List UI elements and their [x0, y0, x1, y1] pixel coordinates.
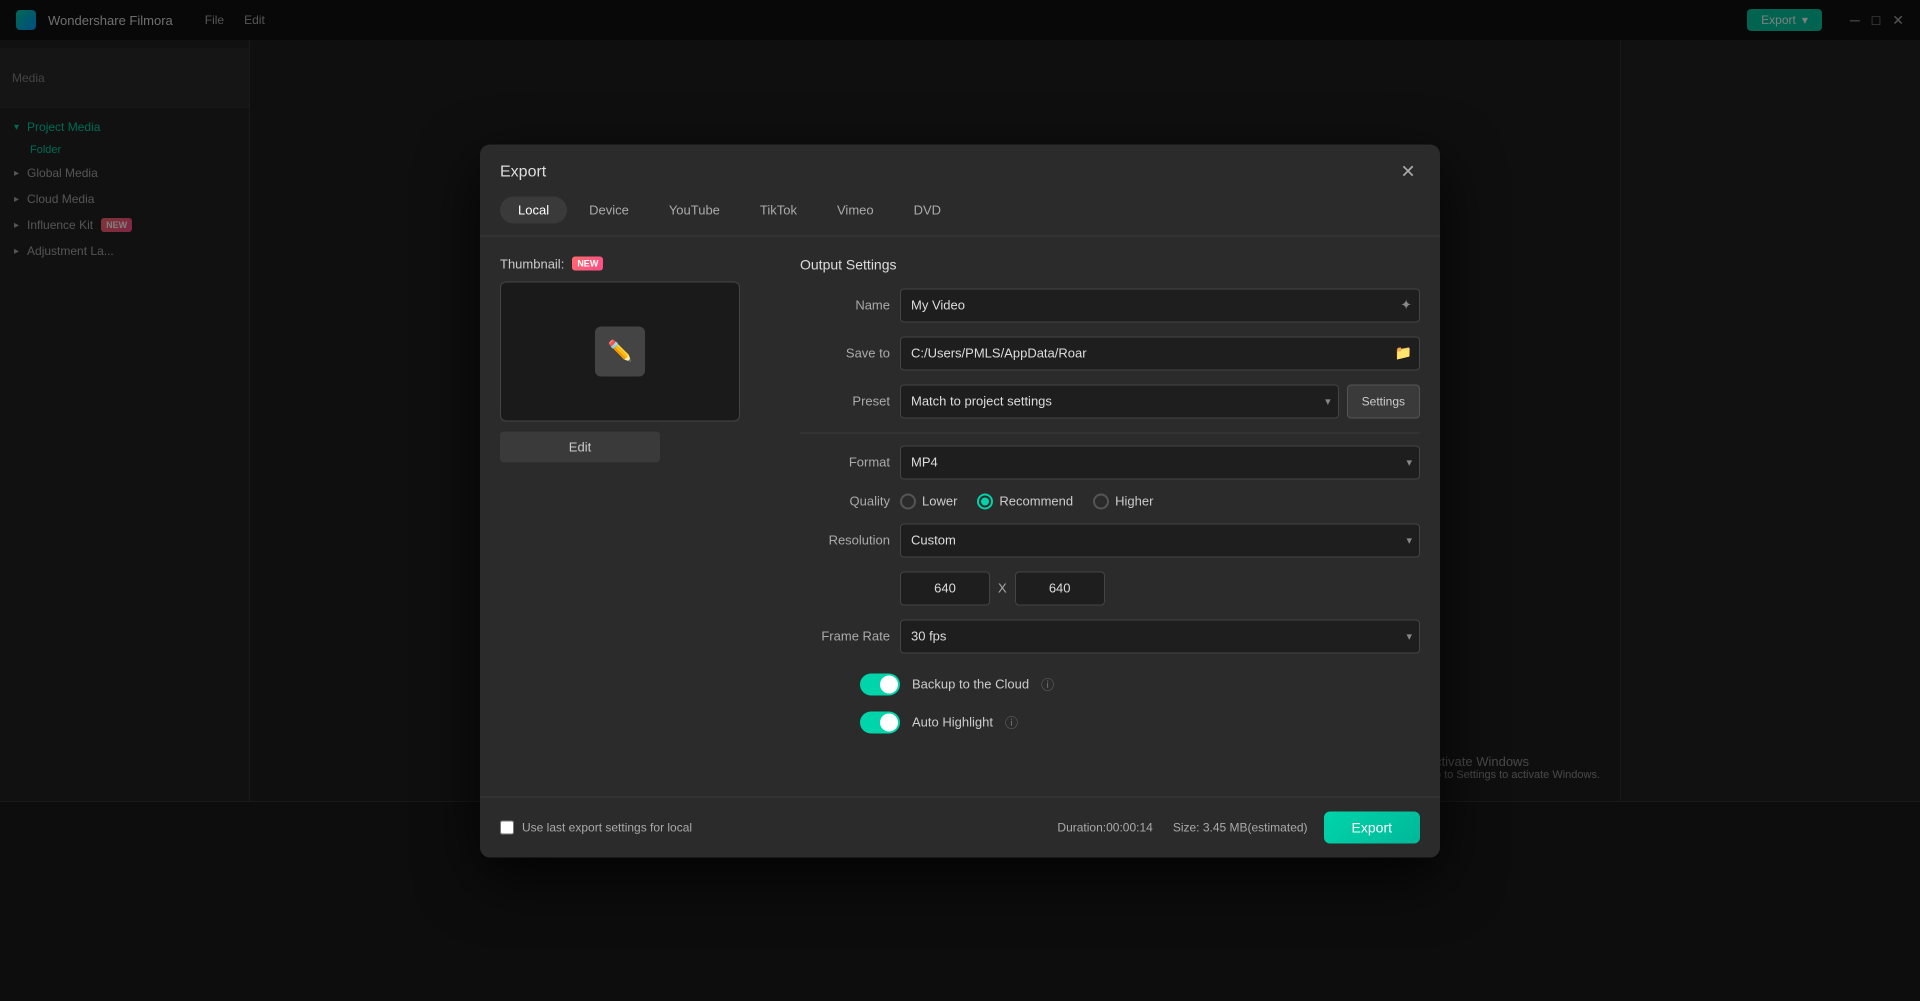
- thumbnail-label: Thumbnail: NEW: [500, 256, 780, 271]
- name-row: Name ✦: [800, 288, 1420, 322]
- last-export-label: Use last export settings for local: [522, 820, 692, 834]
- tab-youtube[interactable]: YouTube: [651, 196, 738, 223]
- tab-device[interactable]: Device: [571, 196, 647, 223]
- resolution-inputs: X: [900, 571, 1420, 605]
- last-export-checkbox-label[interactable]: Use last export settings for local: [500, 820, 692, 834]
- output-settings-panel: Output Settings Name ✦ Save to 📁 Prese: [800, 256, 1420, 776]
- last-export-checkbox[interactable]: [500, 820, 514, 834]
- duration-label: Duration:00:00:14: [1057, 820, 1152, 834]
- format-select[interactable]: MP4 MOV AVI MKV GIF: [900, 445, 1420, 479]
- thumbnail-panel: Thumbnail: NEW ✏️ Edit: [500, 256, 780, 776]
- dialog-title: Export: [500, 163, 546, 181]
- resolution-select-wrap: Custom 1920x1080 1280x720 640x480 ▾: [900, 523, 1420, 557]
- frame-rate-select-wrap: 24 fps 25 fps 30 fps 60 fps ▾: [900, 619, 1420, 653]
- preset-select[interactable]: Match to project settings: [900, 384, 1339, 418]
- radio-higher: [1093, 493, 1109, 509]
- save-to-input[interactable]: [900, 336, 1420, 370]
- settings-button[interactable]: Settings: [1347, 384, 1420, 418]
- dialog-close-button[interactable]: ✕: [1396, 160, 1420, 184]
- quality-label: Quality: [800, 494, 890, 509]
- footer-info: Duration:00:00:14 Size: 3.45 MB(estimate…: [1057, 820, 1307, 834]
- preset-controls: Match to project settings ▾ Settings: [900, 384, 1420, 418]
- format-label: Format: [800, 455, 890, 470]
- preset-select-wrap: Match to project settings ▾: [900, 384, 1339, 418]
- tab-local[interactable]: Local: [500, 196, 567, 223]
- auto-highlight-row: Auto Highlight ⓘ: [860, 711, 1420, 733]
- divider: [800, 432, 1420, 433]
- ai-icon: ✦: [1400, 297, 1412, 314]
- name-field-wrap: ✦: [900, 288, 1420, 322]
- tab-tiktok[interactable]: TikTok: [742, 196, 815, 223]
- name-input[interactable]: [900, 288, 1420, 322]
- size-label: Size: 3.45 MB(estimated): [1173, 820, 1308, 834]
- radio-lower: [900, 493, 916, 509]
- backup-cloud-label: Backup to the Cloud: [912, 677, 1029, 692]
- save-to-row: Save to 📁: [800, 336, 1420, 370]
- quality-radio-group: Lower Recommend Higher: [900, 493, 1153, 509]
- resolution-height-input[interactable]: [1015, 571, 1105, 605]
- tab-vimeo[interactable]: Vimeo: [819, 196, 892, 223]
- thumbnail-preview: ✏️: [500, 281, 740, 421]
- auto-highlight-info-icon[interactable]: ⓘ: [1005, 713, 1018, 732]
- edit-thumbnail-button[interactable]: Edit: [500, 431, 660, 462]
- save-to-label: Save to: [800, 346, 890, 361]
- name-label: Name: [800, 298, 890, 313]
- backup-cloud-row: Backup to the Cloud ⓘ: [860, 673, 1420, 695]
- thumbnail-placeholder-icon: ✏️: [595, 326, 645, 376]
- folder-icon[interactable]: 📁: [1395, 345, 1412, 362]
- resolution-x-label: X: [998, 581, 1007, 596]
- export-dialog: Export ✕ Local Device YouTube TikTok Vim…: [480, 144, 1440, 857]
- frame-rate-label: Frame Rate: [800, 629, 890, 644]
- quality-recommend[interactable]: Recommend: [977, 493, 1073, 509]
- dialog-header: Export ✕: [480, 144, 1440, 184]
- radio-recommend: [977, 493, 993, 509]
- quality-higher[interactable]: Higher: [1093, 493, 1153, 509]
- backup-cloud-info-icon[interactable]: ⓘ: [1041, 675, 1054, 694]
- preset-row: Preset Match to project settings ▾ Setti…: [800, 384, 1420, 418]
- preset-label: Preset: [800, 394, 890, 409]
- save-to-field-wrap: 📁: [900, 336, 1420, 370]
- auto-highlight-toggle[interactable]: [860, 711, 900, 733]
- format-row: Format MP4 MOV AVI MKV GIF ▾: [800, 445, 1420, 479]
- format-select-wrap: MP4 MOV AVI MKV GIF ▾: [900, 445, 1420, 479]
- dialog-body: Thumbnail: NEW ✏️ Edit Output Settings N…: [480, 236, 1440, 796]
- frame-rate-select[interactable]: 24 fps 25 fps 30 fps 60 fps: [900, 619, 1420, 653]
- resolution-select[interactable]: Custom 1920x1080 1280x720 640x480: [900, 523, 1420, 557]
- export-button[interactable]: Export: [1324, 811, 1420, 843]
- quality-row: Quality Lower Recommend Higher: [800, 493, 1420, 509]
- toggle-knob: [880, 713, 898, 731]
- backup-cloud-toggle[interactable]: [860, 673, 900, 695]
- dialog-footer: Use last export settings for local Durat…: [480, 796, 1440, 857]
- output-settings-title: Output Settings: [800, 256, 1420, 272]
- dialog-tabs: Local Device YouTube TikTok Vimeo DVD: [480, 184, 1440, 236]
- thumbnail-new-badge: NEW: [572, 257, 603, 271]
- frame-rate-row: Frame Rate 24 fps 25 fps 30 fps 60 fps ▾: [800, 619, 1420, 653]
- resolution-row: Resolution Custom 1920x1080 1280x720 640…: [800, 523, 1420, 557]
- toggle-knob: [880, 675, 898, 693]
- tab-dvd[interactable]: DVD: [896, 196, 959, 223]
- auto-highlight-label: Auto Highlight: [912, 715, 993, 730]
- quality-lower[interactable]: Lower: [900, 493, 957, 509]
- resolution-width-input[interactable]: [900, 571, 990, 605]
- resolution-label: Resolution: [800, 533, 890, 548]
